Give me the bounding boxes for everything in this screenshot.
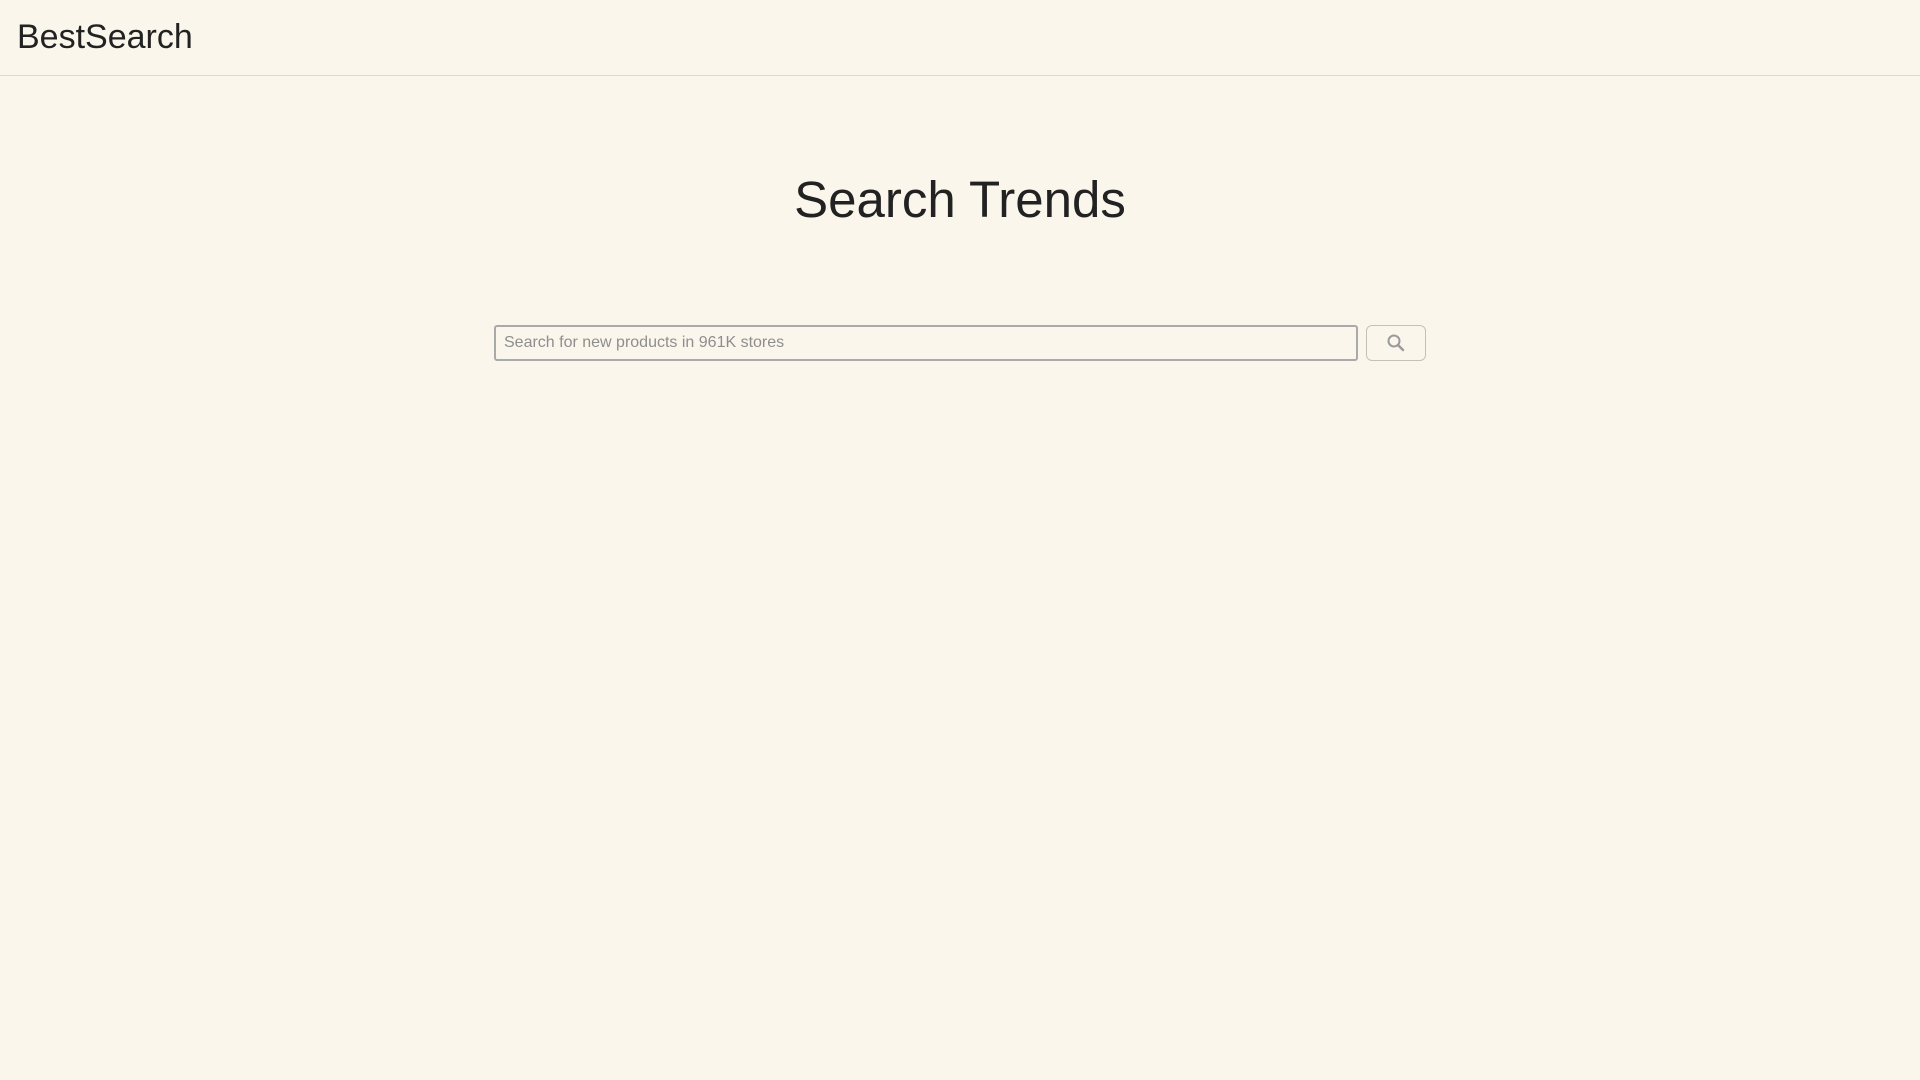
page-title: Search Trends xyxy=(794,171,1126,228)
brand-logo[interactable]: BestSearch xyxy=(17,16,193,58)
search-icon xyxy=(1387,334,1405,352)
search-input[interactable] xyxy=(494,325,1358,361)
search-button[interactable] xyxy=(1366,325,1426,361)
top-header: BestSearch xyxy=(0,0,1920,76)
